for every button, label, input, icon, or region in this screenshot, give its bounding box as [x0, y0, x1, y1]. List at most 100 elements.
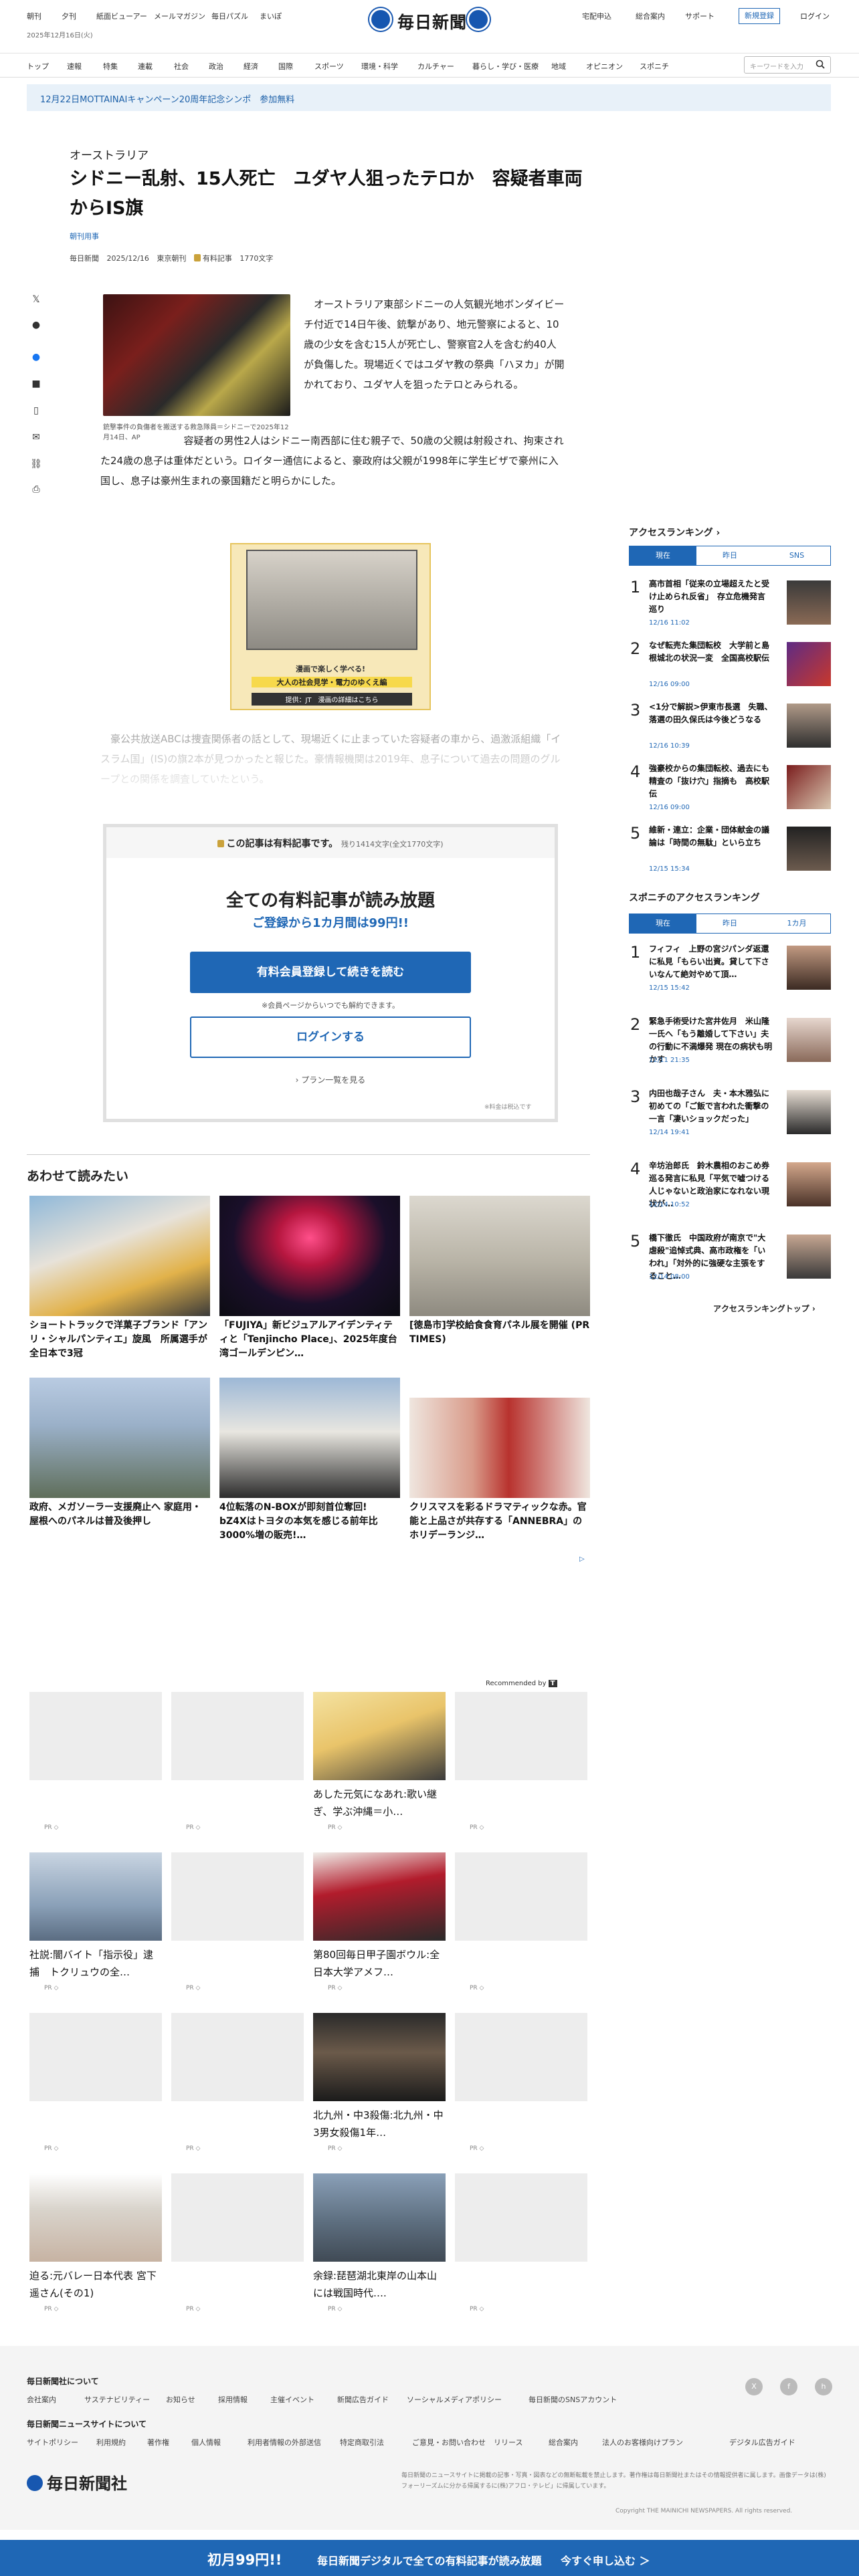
also-read-title[interactable]: 政府、メガソーラー支援廃止へ 家庭用・屋根へのパネルは普及後押し: [29, 1501, 210, 1529]
link-info[interactable]: 総合案内: [636, 11, 665, 21]
footer-link[interactable]: お知らせ: [166, 2394, 195, 2405]
facebook-share-icon[interactable]: ●: [29, 352, 43, 365]
rank-title[interactable]: 内田也哉子さん 夫・本木雅弘に初めての「ご飯で言われた衝撃の一言「凄いショックだ…: [649, 1087, 773, 1125]
ranking-more-link[interactable]: アクセスランキングトップ ›: [713, 1303, 816, 1314]
recommended-image[interactable]: [313, 1852, 446, 1941]
rank-title[interactable]: なぜ転売た集団転校 大学前と島根城北の状況一変 全国高校駅伝: [649, 639, 773, 665]
hatena-share-icon[interactable]: ●: [29, 320, 43, 333]
also-read-image[interactable]: [219, 1196, 400, 1316]
footer-link[interactable]: ご意見・お問い合わせ: [412, 2437, 486, 2448]
footer-link[interactable]: ソーシャルメディアポリシー: [407, 2394, 502, 2405]
rank-thumbnail[interactable]: [787, 765, 831, 809]
recommended-title[interactable]: 余録:琵琶湖北東岸の山本山には戦国時代….: [313, 2267, 446, 2302]
rank-title[interactable]: <1分で解説>伊東市長選 失職、落選の田久保氏は今後どうなる: [649, 701, 773, 726]
subscribe-cta-bar[interactable]: 初月99円!! 毎日新聞デジタルで全ての有料記事が読み放題 今すぐ申し込む ＞: [0, 2540, 859, 2576]
also-read-title[interactable]: ショートトラックで洋菓子ブランド「アンリ・シャルパンティエ」旋風 所属選手が全日…: [29, 1319, 210, 1361]
tab-yesterday[interactable]: 昨日: [696, 546, 763, 565]
recommended-image[interactable]: [171, 1852, 304, 1941]
link-evening[interactable]: 夕刊: [62, 11, 76, 21]
subscribe-button[interactable]: 有料会員登録して続きを読む: [190, 952, 471, 993]
ad-banner[interactable]: 漫画で楽しく学べる! 大人の社会見学・電力のゆくえ編 提供：JT 漫画の詳細はこ…: [230, 543, 431, 710]
footer-link[interactable]: 法人のお客様向けプラン: [602, 2437, 683, 2448]
footer-link[interactable]: 個人情報: [191, 2437, 221, 2448]
footer-link[interactable]: 新聞広告ガイド: [337, 2394, 389, 2405]
rank-thumbnail[interactable]: [787, 580, 831, 625]
footer-link[interactable]: 会社案内: [27, 2394, 56, 2405]
paywall-login-button[interactable]: ログインする: [190, 1016, 471, 1058]
footer-link[interactable]: サステナビリティー: [84, 2394, 150, 2405]
footer-link[interactable]: 総合案内: [549, 2437, 578, 2448]
recommended-image[interactable]: [29, 2013, 162, 2101]
nav-feature[interactable]: 特集: [103, 61, 118, 72]
campaign-banner[interactable]: 12月22日MOTTAINAIキャンペーン20周年記念シンポ 参加無料: [27, 84, 831, 111]
tab-sns[interactable]: SNS: [763, 546, 830, 565]
footer-link[interactable]: リリース: [494, 2437, 522, 2448]
recommended-image[interactable]: [313, 1692, 446, 1780]
rank-thumbnail[interactable]: [787, 1018, 831, 1062]
also-read-image[interactable]: [409, 1398, 590, 1498]
print-icon[interactable]: ⎙: [29, 484, 43, 498]
link-morning[interactable]: 朝刊: [27, 11, 41, 21]
recommended-image[interactable]: [313, 2013, 446, 2101]
bookmark-share-icon[interactable]: ■: [29, 379, 43, 392]
recommended-image[interactable]: [455, 2013, 587, 2101]
rank-title[interactable]: 強豪校からの集団転校、過去にも 精査の「抜け穴」指摘も 高校駅伝: [649, 762, 777, 800]
plan-list-link[interactable]: › プラン一覧を見る: [106, 1074, 555, 1085]
nav-series[interactable]: 連載: [138, 61, 153, 72]
mail-share-icon[interactable]: ✉: [29, 432, 43, 445]
footer-link[interactable]: 利用規約: [96, 2437, 126, 2448]
footer-link[interactable]: 毎日新聞のSNSアカウント: [529, 2394, 617, 2405]
link-delivery[interactable]: 宅配申込: [582, 11, 611, 21]
rank-title[interactable]: 維新・連立：企業・団体献金の議論は「時間の無駄」といら立ち: [649, 824, 773, 849]
recommended-title[interactable]: 北九州・中3殺傷:北九州・中3男女殺傷1年…: [313, 2107, 446, 2141]
also-read-title[interactable]: クリスマスを彩るドラマティックな赤。官能と上品さが共存する「ANNEBRA」のホ…: [409, 1501, 590, 1543]
recommended-image[interactable]: [455, 1852, 587, 1941]
save-icon[interactable]: ▯: [29, 405, 43, 419]
nav-life[interactable]: 暮らし・学び・医療: [472, 61, 539, 72]
recommended-image[interactable]: [455, 1692, 587, 1780]
recommended-image[interactable]: [455, 2173, 587, 2262]
nav-politics[interactable]: 政治: [209, 61, 223, 72]
recommended-image[interactable]: [29, 1852, 162, 1941]
rank-thumbnail[interactable]: [787, 1162, 831, 1206]
section-link[interactable]: 朝刊用事: [70, 231, 99, 241]
recommended-title[interactable]: 迫る:元バレー日本代表 宮下遥さん(その1): [29, 2267, 162, 2302]
rank-thumbnail[interactable]: [787, 946, 831, 990]
tab-yesterday[interactable]: 昨日: [696, 914, 763, 933]
link-viewer[interactable]: 紙面ビューアー: [96, 11, 147, 21]
search-icon[interactable]: [816, 60, 825, 69]
link-maipo[interactable]: まいぽ: [260, 11, 282, 21]
also-read-title[interactable]: 4位転落のN-BOXが即刻首位奪回! bZ4Xはトヨタの本気を感じる前年比300…: [219, 1501, 400, 1543]
nav-science[interactable]: 環境・科学: [361, 61, 398, 72]
apply-now-button[interactable]: 今すぐ申し込む ＞: [561, 2552, 650, 2568]
rank-thumbnail[interactable]: [787, 1090, 831, 1134]
adchoices-icon[interactable]: ▷: [579, 1555, 585, 1563]
footer-logo[interactable]: 毎日新聞社: [27, 2470, 127, 2494]
tab-now[interactable]: 現在: [630, 914, 696, 933]
rank-title[interactable]: 高市首相「従来の立場超えたと受け止められ反省」 存立危機発言巡り: [649, 578, 773, 616]
nav-sponichi[interactable]: スポニチ: [640, 61, 669, 72]
hatena-social-icon[interactable]: h: [815, 2378, 832, 2395]
tab-month[interactable]: 1カ月: [763, 914, 830, 933]
article-photo[interactable]: [103, 294, 290, 416]
footer-link[interactable]: サイトポリシー: [27, 2437, 78, 2448]
recommended-image[interactable]: [171, 2173, 304, 2262]
nav-society[interactable]: 社会: [174, 61, 189, 72]
link-support[interactable]: サポート: [685, 11, 714, 21]
recommended-image[interactable]: [171, 2013, 304, 2101]
nav-economy[interactable]: 経済: [244, 61, 258, 72]
nav-opinion[interactable]: オピニオン: [586, 61, 623, 72]
rank-thumbnail[interactable]: [787, 642, 831, 686]
nav-region[interactable]: 地域: [551, 61, 566, 72]
copy-link-icon[interactable]: ⛓: [29, 459, 43, 472]
nav-sports[interactable]: スポーツ: [314, 61, 344, 72]
recommended-image[interactable]: [313, 2173, 446, 2262]
footer-link[interactable]: 採用情報: [218, 2394, 248, 2405]
also-read-image[interactable]: [409, 1196, 590, 1316]
recommended-image[interactable]: [29, 2173, 162, 2262]
recommended-image[interactable]: [29, 1692, 162, 1780]
footer-link[interactable]: 著作権: [147, 2437, 169, 2448]
recommended-image[interactable]: [171, 1692, 304, 1780]
recommended-title[interactable]: 社説:闇バイト「指示役」逮捕 トクリュウの全…: [29, 1946, 162, 1981]
rank-thumbnail[interactable]: [787, 827, 831, 871]
